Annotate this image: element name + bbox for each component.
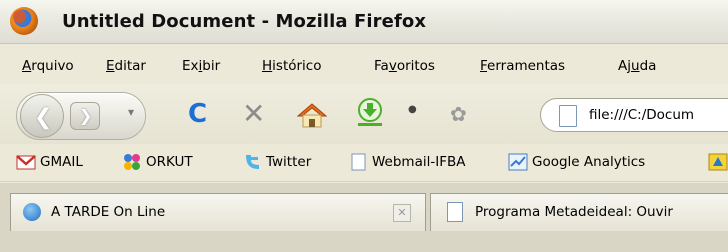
twitter-icon bbox=[242, 153, 262, 171]
window-title: Untitled Document - Mozilla Firefox bbox=[62, 11, 427, 32]
home-icon[interactable] bbox=[296, 102, 328, 128]
tab-programa-metadeideal[interactable]: Programa Metadeideal: Ouvir bbox=[430, 193, 728, 231]
reload-icon[interactable]: C bbox=[188, 99, 207, 129]
download-icon[interactable] bbox=[356, 98, 384, 128]
menu-ferramentas[interactable]: Ferramentas bbox=[480, 58, 565, 74]
navigation-toolbar: ❮ ❯ ▾ C ✕ ● ✿ file:///C:/Docum bbox=[0, 84, 728, 144]
bookmark-overflow[interactable] bbox=[708, 153, 728, 175]
extension-icon[interactable]: ✿ bbox=[450, 102, 467, 126]
close-tab-icon[interactable]: ✕ bbox=[393, 204, 411, 222]
gmail-icon bbox=[16, 153, 36, 171]
menu-favoritos[interactable]: Favoritos bbox=[374, 58, 435, 74]
back-button[interactable]: ❮ bbox=[20, 94, 64, 138]
menu-exibir[interactable]: Exibir bbox=[182, 58, 220, 74]
tab-bar: A TARDE On Line ✕ Programa Metadeideal: … bbox=[0, 183, 728, 252]
url-text[interactable]: file:///C:/Docum bbox=[589, 107, 694, 123]
bookmark-orkut[interactable]: ORKUT bbox=[122, 153, 193, 175]
menu-arquivo[interactable]: Arquivo bbox=[22, 58, 74, 74]
orkut-icon bbox=[122, 153, 142, 171]
menu-bar: Arquivo Editar Exibir Histórico Favorito… bbox=[0, 44, 728, 84]
menu-historico[interactable]: Histórico bbox=[262, 58, 321, 74]
page-icon bbox=[348, 153, 368, 171]
url-bar[interactable]: file:///C:/Docum bbox=[540, 98, 728, 132]
bookmark-gmail[interactable]: GMAIL bbox=[16, 153, 83, 175]
firefox-logo-icon bbox=[10, 7, 38, 35]
forward-arrow-icon: ❯ bbox=[79, 106, 93, 125]
back-arrow-icon: ❮ bbox=[34, 105, 53, 130]
site-icon bbox=[23, 203, 41, 221]
bookmark-twitter[interactable]: Twitter bbox=[242, 153, 311, 175]
window-titlebar[interactable]: Untitled Document - Mozilla Firefox bbox=[0, 0, 728, 44]
bookmark-google-analytics[interactable]: Google Analytics bbox=[508, 153, 645, 175]
analytics-icon bbox=[508, 153, 528, 171]
forward-button[interactable]: ❯ bbox=[70, 102, 100, 130]
menu-editar[interactable]: Editar bbox=[106, 58, 146, 74]
bookmark-webmail-ifba[interactable]: Webmail-IFBA bbox=[348, 153, 465, 175]
tab-a-tarde[interactable]: A TARDE On Line ✕ bbox=[10, 193, 426, 231]
menu-ajuda[interactable]: Ajuda bbox=[618, 58, 656, 74]
page-icon bbox=[447, 202, 463, 222]
bookmarks-toolbar: GMAIL ORKUT Twitter Webmail-IFBA Google … bbox=[0, 144, 728, 182]
download-dropdown-icon[interactable]: ● bbox=[408, 104, 417, 115]
bookmark-site-icon bbox=[708, 153, 728, 171]
history-dropdown-icon[interactable]: ▾ bbox=[128, 105, 134, 119]
page-icon bbox=[559, 105, 577, 127]
stop-icon[interactable]: ✕ bbox=[242, 97, 265, 130]
